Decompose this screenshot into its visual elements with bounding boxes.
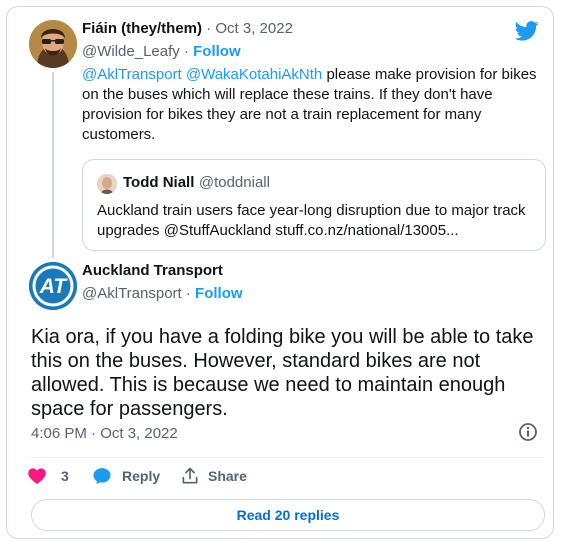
reply-date[interactable]: Oct 3, 2022 — [215, 20, 293, 37]
reply-label: Reply — [122, 468, 161, 484]
like-count: 3 — [61, 468, 69, 484]
quoted-text-line: upgrades @StuffAuckland stuff.co.nz/nati… — [97, 222, 459, 239]
reply-text-line: customers. — [82, 126, 156, 143]
quoted-text-line: Auckland train users face year-long disr… — [97, 202, 526, 219]
share-label: Share — [208, 468, 247, 484]
reply-author-handle[interactable]: @Wilde_Leafy — [82, 43, 180, 60]
main-author-name-row: Auckland Transport — [82, 262, 223, 280]
main-follow-link[interactable]: Follow — [195, 285, 243, 302]
mention-link[interactable]: @WakaKotahiAkNth — [186, 66, 322, 83]
reply-author-name[interactable]: Fiáin (they/them) — [82, 20, 202, 37]
reply-handle-row: @Wilde_Leafy · Follow — [82, 43, 241, 61]
reply-text-line: provision for bikes they are not a train… — [82, 106, 482, 123]
at-logo-text: AT — [39, 275, 69, 298]
quoted-header: Todd Niall @toddniall — [123, 174, 270, 192]
share-action[interactable]: Share — [180, 462, 247, 490]
main-text-line: space for passengers. — [31, 398, 228, 420]
heart-icon — [28, 468, 46, 484]
reply-author-avatar[interactable] — [29, 20, 77, 68]
handle-separator: · — [181, 285, 196, 302]
header-separator: · — [202, 20, 216, 37]
reply-header: Fiáin (they/them) · Oct 3, 2022 — [82, 20, 293, 38]
quoted-author-name: Todd Niall — [123, 174, 195, 191]
reply-text-line: on the buses which will replace these tr… — [82, 86, 493, 103]
quoted-text: Auckland train users face year-long disr… — [97, 201, 537, 241]
main-author-name[interactable]: Auckland Transport — [82, 262, 223, 279]
handle-separator: · — [179, 43, 194, 60]
reply-follow-link[interactable]: Follow — [193, 43, 241, 60]
thread-connector-line — [52, 72, 54, 258]
mention-link[interactable]: @AklTransport — [82, 66, 182, 83]
quoted-author-avatar — [97, 174, 117, 194]
twitter-bird-icon[interactable] — [515, 21, 539, 41]
reply-text: @AklTransport @WakaKotahiAkNth please ma… — [82, 65, 547, 145]
share-icon — [182, 467, 198, 484]
reply-text-line: please make provision for bikes — [322, 66, 537, 83]
main-timestamp[interactable]: 4:06 PM · Oct 3, 2022 — [31, 425, 178, 442]
main-author-handle[interactable]: @AklTransport — [82, 285, 182, 302]
reply-action[interactable]: Reply — [92, 462, 160, 490]
quoted-tweet[interactable]: Todd Niall @toddniall Auckland train use… — [82, 159, 546, 251]
tweet-embed-card: Fiáin (they/them) · Oct 3, 2022 @Wilde_L… — [6, 6, 554, 539]
main-tweet-text: Kia ora, if you have a folding bike you … — [31, 325, 541, 421]
main-author-avatar[interactable]: AT — [29, 262, 77, 310]
main-handle-row: @AklTransport · Follow — [82, 285, 243, 303]
divider — [29, 457, 545, 458]
main-text-line: Kia ora, if you have a folding bike you … — [31, 326, 534, 348]
reply-bubble-icon — [93, 468, 111, 485]
main-text-line: allowed. This is because we need to main… — [31, 374, 506, 396]
info-icon[interactable] — [518, 422, 538, 442]
read-replies-button[interactable]: Read 20 replies — [31, 499, 545, 531]
main-text-line: this on the buses. However, standard bik… — [31, 350, 481, 372]
like-action[interactable]: 3 — [27, 462, 69, 490]
quoted-author-handle: @toddniall — [198, 174, 270, 191]
